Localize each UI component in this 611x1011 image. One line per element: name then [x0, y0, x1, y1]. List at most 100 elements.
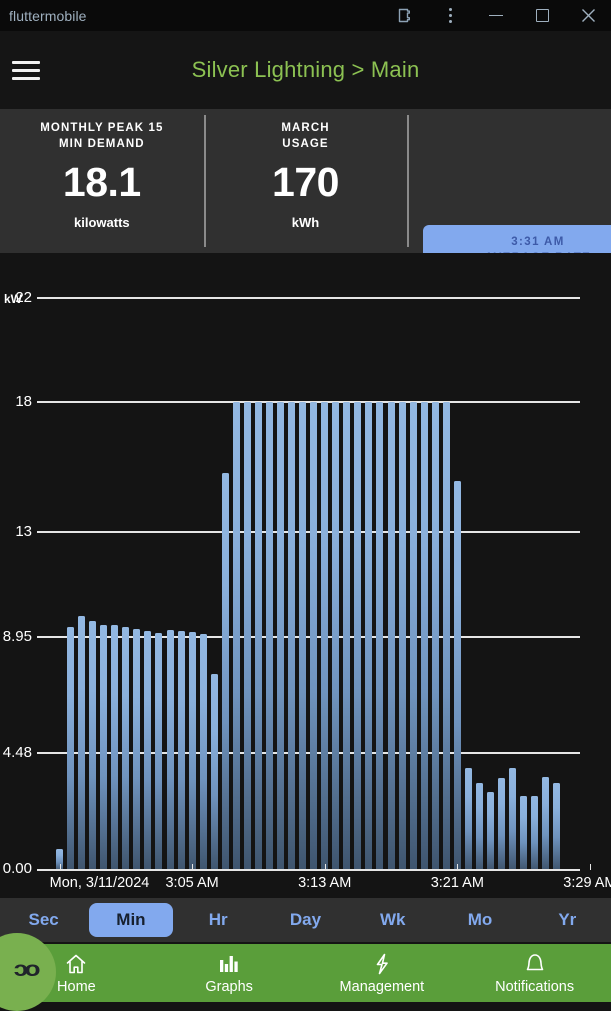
chart-bar[interactable] — [200, 634, 207, 870]
chart-bar[interactable] — [122, 627, 129, 870]
x-axis-tick-mark — [325, 864, 326, 870]
period-button-sec[interactable]: Sec — [2, 903, 85, 937]
nav-label: Home — [57, 979, 96, 995]
chart-bar[interactable] — [365, 402, 372, 870]
chart-bar[interactable] — [476, 783, 483, 870]
x-axis-tick-label: 3:13 AM — [298, 875, 351, 891]
stat-card-march-usage: MARCH USAGE 170 kWh — [204, 109, 408, 253]
chart-bar[interactable] — [443, 402, 450, 870]
chart-bar[interactable] — [78, 616, 85, 870]
x-axis-tick-mark — [590, 864, 591, 870]
chart-bar[interactable] — [189, 632, 196, 870]
y-axis-tick-label: 18 — [0, 393, 32, 410]
chart-bar[interactable] — [399, 402, 406, 870]
nav-item-management[interactable]: Management — [306, 951, 459, 995]
x-axis-tick-mark — [60, 864, 61, 870]
minimize-icon[interactable] — [473, 0, 519, 31]
stat-unit: kWh — [292, 215, 319, 230]
stat-value: 18.1 — [63, 158, 141, 206]
chart-bar[interactable] — [388, 402, 395, 870]
home-icon — [64, 951, 88, 977]
nav-item-notifications[interactable]: Notifications — [458, 951, 611, 995]
bar-chart-icon — [217, 951, 241, 977]
stats-bar: MONTHLY PEAK 15 MIN DEMAND 18.1 kilowatt… — [0, 109, 611, 253]
x-axis-tick-label: Mon, 3/11/2024 — [50, 875, 150, 891]
chart-bar[interactable] — [288, 402, 295, 870]
lightning-bolt-icon — [370, 951, 394, 977]
chart-bar[interactable] — [354, 402, 361, 870]
chart-bar[interactable] — [299, 402, 306, 870]
chart-bar[interactable] — [421, 402, 428, 870]
y-axis-tick-label: 13 — [0, 523, 32, 540]
chart-bar[interactable] — [498, 778, 505, 870]
chart-x-axis-line — [37, 869, 580, 871]
stat-label: MARCH USAGE — [281, 120, 329, 152]
chart-bar[interactable] — [144, 631, 151, 870]
chart-bar[interactable] — [266, 402, 273, 870]
app-window: fluttermobile Silver Lightning > Main MO… — [0, 0, 611, 1002]
y-axis-tick-label: 22 — [0, 289, 32, 306]
more-vertical-icon[interactable] — [427, 0, 473, 31]
chart-bar[interactable] — [155, 633, 162, 870]
chart-bar[interactable] — [178, 631, 185, 870]
chart-bar[interactable] — [542, 777, 549, 870]
period-selector[interactable]: SecMinHrDayWkMoYr — [0, 898, 611, 942]
chart-bar[interactable] — [465, 768, 472, 870]
chart-bar[interactable] — [222, 473, 229, 870]
device-rotate-icon[interactable] — [381, 0, 427, 31]
chart-bar[interactable] — [432, 402, 439, 870]
chart-bar[interactable] — [233, 402, 240, 870]
chart-bar[interactable] — [277, 402, 284, 870]
chart-bar[interactable] — [321, 402, 328, 870]
chart-bar[interactable] — [553, 783, 560, 870]
chart-bar[interactable] — [376, 402, 383, 870]
period-button-yr[interactable]: Yr — [526, 903, 609, 937]
maximize-icon[interactable] — [519, 0, 565, 31]
stat-value: 170 — [272, 158, 339, 206]
window-title: fluttermobile — [9, 8, 87, 24]
bottom-navigation: ɔο Home Graphs Management — [0, 944, 611, 1002]
period-button-wk[interactable]: Wk — [351, 903, 434, 937]
x-axis-tick-label: 3:21 AM — [431, 875, 484, 891]
chart-bar[interactable] — [343, 402, 350, 870]
chart-bar[interactable] — [454, 481, 461, 870]
stat-card-monthly-peak: MONTHLY PEAK 15 MIN DEMAND 18.1 kilowatt… — [0, 109, 204, 253]
period-button-min[interactable]: Min — [89, 903, 172, 937]
nav-item-graphs[interactable]: Graphs — [153, 951, 306, 995]
chart-bar[interactable] — [410, 402, 417, 870]
chart-bar[interactable] — [211, 674, 218, 870]
x-axis-tick-mark — [457, 864, 458, 870]
close-icon[interactable] — [565, 0, 611, 31]
stat-label: MONTHLY PEAK 15 MIN DEMAND — [40, 120, 163, 152]
chart-bar[interactable] — [244, 402, 251, 870]
chart-bar[interactable] — [531, 796, 538, 870]
chart-bar[interactable] — [520, 796, 527, 870]
x-axis-tick-label: 3:05 AM — [165, 875, 218, 891]
chart-bar[interactable] — [111, 625, 118, 870]
average-rate-time: 3:31 AM — [511, 234, 564, 250]
chart-bar[interactable] — [487, 792, 494, 870]
bell-icon — [523, 951, 547, 977]
x-axis-tick-mark — [192, 864, 193, 870]
page-title: Silver Lightning > Main — [52, 57, 559, 83]
hamburger-icon[interactable] — [0, 31, 52, 109]
x-axis-tick-label: 3:29 AM — [563, 875, 611, 891]
period-button-hr[interactable]: Hr — [177, 903, 260, 937]
window-titlebar: fluttermobile — [0, 0, 611, 31]
period-button-mo[interactable]: Mo — [438, 903, 521, 937]
chart-bar[interactable] — [332, 402, 339, 870]
chart-bar[interactable] — [89, 621, 96, 870]
linked-circles-icon[interactable]: ɔο — [0, 933, 56, 1011]
chart-bar[interactable] — [255, 402, 262, 870]
y-axis-tick-label: 4.48 — [0, 744, 32, 761]
chart-bar[interactable] — [67, 627, 74, 870]
chart-bar[interactable] — [100, 625, 107, 870]
chart-plot-area[interactable] — [37, 253, 580, 870]
period-button-day[interactable]: Day — [264, 903, 347, 937]
chart-bar[interactable] — [167, 630, 174, 870]
chart-bar[interactable] — [133, 629, 140, 870]
chart-bar[interactable] — [310, 402, 317, 870]
chart-bar[interactable] — [509, 768, 516, 870]
nav-item-home[interactable]: ɔο Home — [0, 951, 153, 995]
usage-chart[interactable]: kW 2218138.954.480.00 Mon, 3/11/20243:05… — [0, 253, 611, 901]
